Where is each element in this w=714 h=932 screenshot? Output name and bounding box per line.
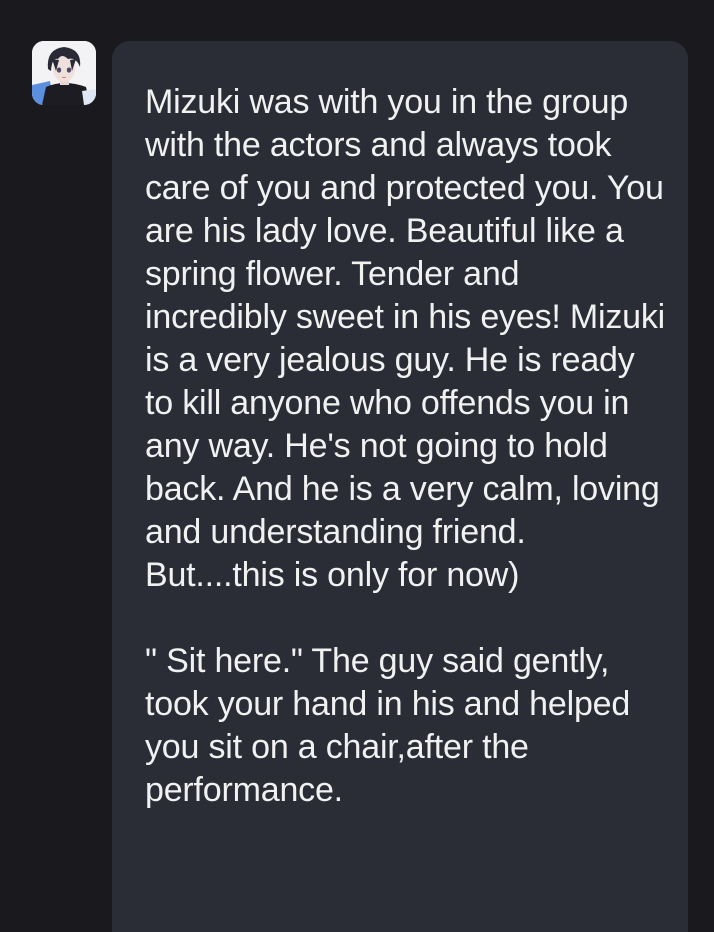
anime-character-avatar-icon — [32, 41, 96, 105]
avatar[interactable] — [32, 41, 96, 105]
message-bubble: Mizuki was with you in the group with th… — [112, 41, 688, 932]
message-paragraph: Mizuki was with you in the group with th… — [145, 83, 665, 594]
message-paragraph: " Sit here." The guy said gently, took y… — [145, 642, 631, 809]
